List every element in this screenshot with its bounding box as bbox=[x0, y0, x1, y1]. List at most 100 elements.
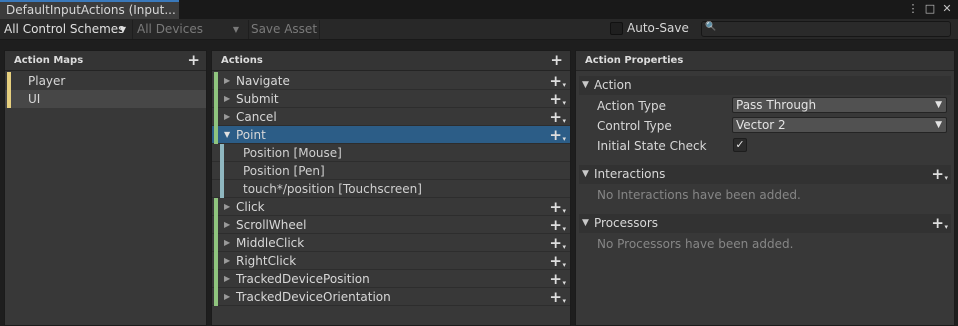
collapsed-triangle-icon[interactable]: ▶ bbox=[224, 108, 230, 126]
add-action-icon[interactable]: + bbox=[550, 53, 563, 68]
auto-save-label: Auto-Save bbox=[627, 21, 689, 35]
binding-label: Position [Mouse] bbox=[243, 146, 342, 160]
add-binding-icon[interactable]: + bbox=[549, 236, 565, 255]
binding-color-strip bbox=[220, 180, 224, 198]
action-color-strip bbox=[214, 288, 218, 306]
add-binding-icon[interactable]: + bbox=[549, 254, 565, 273]
action-item[interactable]: ▶ RightClick + bbox=[212, 252, 570, 273]
binding-item[interactable]: Position [Mouse] bbox=[212, 144, 570, 162]
action-label: TrackedDeviceOrientation bbox=[236, 290, 391, 304]
action-item[interactable]: ▶ Navigate + bbox=[212, 72, 570, 93]
window-tab[interactable]: DefaultInputActions (Input... bbox=[0, 0, 179, 19]
binding-label: touch*/position [Touchscreen] bbox=[243, 182, 422, 196]
interactions-empty-message: No Interactions have been added. bbox=[597, 188, 801, 202]
collapsed-triangle-icon[interactable]: ▶ bbox=[224, 216, 230, 234]
add-binding-icon[interactable]: + bbox=[549, 200, 565, 219]
collapsed-triangle-icon[interactable]: ▶ bbox=[224, 72, 230, 90]
devices-dropdown[interactable]: All Devices ▼ bbox=[132, 20, 244, 39]
action-map-color-strip bbox=[7, 72, 11, 90]
action-item[interactable]: ▶ TrackedDeviceOrientation + bbox=[212, 288, 570, 309]
save-asset-button[interactable]: Save Asset bbox=[248, 20, 320, 39]
action-label: ScrollWheel bbox=[236, 218, 307, 232]
action-map-item[interactable]: UI bbox=[5, 90, 206, 108]
control-type-label: Control Type bbox=[597, 119, 672, 133]
collapsed-triangle-icon[interactable]: ▶ bbox=[224, 288, 230, 306]
action-item[interactable]: ▶ MiddleClick + bbox=[212, 234, 570, 255]
action-label: Point bbox=[236, 128, 266, 142]
actions-title: Actions bbox=[221, 55, 263, 66]
control-scheme-value: All Control Schemes bbox=[4, 22, 125, 36]
search-field[interactable]: 🔍 bbox=[701, 21, 951, 37]
processors-section-header[interactable]: ▼ Processors + bbox=[579, 214, 951, 235]
action-label: Submit bbox=[236, 92, 279, 106]
window-tab-bar: DefaultInputActions (Input... ⋮ □ ✕ bbox=[0, 0, 958, 19]
control-type-value: Vector 2 bbox=[736, 118, 786, 132]
action-label: Navigate bbox=[236, 74, 290, 88]
add-binding-icon[interactable]: + bbox=[549, 110, 565, 129]
collapsed-triangle-icon[interactable]: ▶ bbox=[224, 198, 230, 216]
action-maps-header: Action Maps + bbox=[5, 51, 206, 71]
action-color-strip bbox=[214, 126, 218, 144]
action-map-color-strip bbox=[7, 90, 11, 108]
chevron-down-icon: ▼ bbox=[935, 120, 942, 130]
collapsed-triangle-icon[interactable]: ▶ bbox=[224, 270, 230, 288]
more-menu-icon[interactable]: ⋮ bbox=[906, 1, 920, 17]
control-scheme-dropdown[interactable]: All Control Schemes ▼ bbox=[0, 20, 131, 39]
initial-state-check-label: Initial State Check bbox=[597, 139, 707, 153]
add-binding-icon[interactable]: + bbox=[549, 74, 565, 93]
action-properties-header: Action Properties bbox=[576, 51, 954, 71]
collapsed-triangle-icon[interactable]: ▶ bbox=[224, 234, 230, 252]
maximize-icon[interactable]: □ bbox=[923, 1, 937, 17]
action-item[interactable]: ▶ Submit + bbox=[212, 90, 570, 111]
action-color-strip bbox=[214, 90, 218, 108]
binding-item[interactable]: Position [Pen] bbox=[212, 162, 570, 180]
add-binding-icon[interactable]: + bbox=[549, 128, 565, 147]
collapsed-triangle-icon[interactable]: ▶ bbox=[224, 252, 230, 270]
action-color-strip bbox=[214, 72, 218, 90]
action-label: TrackedDevicePosition bbox=[236, 272, 370, 286]
interactions-section-label: Interactions bbox=[594, 167, 666, 181]
actions-header: Actions + bbox=[212, 51, 570, 71]
action-map-item[interactable]: Player bbox=[5, 72, 206, 90]
action-item[interactable]: ▶ Click + bbox=[212, 198, 570, 219]
add-action-map-icon[interactable]: + bbox=[187, 53, 200, 68]
action-label: MiddleClick bbox=[236, 236, 305, 250]
close-icon[interactable]: ✕ bbox=[940, 1, 954, 17]
action-type-dropdown[interactable]: Pass Through ▼ bbox=[732, 97, 947, 113]
add-binding-icon[interactable]: + bbox=[549, 290, 565, 309]
binding-item[interactable]: touch*/position [Touchscreen] bbox=[212, 180, 570, 198]
add-interaction-icon[interactable]: + bbox=[931, 167, 947, 186]
search-icon: 🔍 bbox=[705, 22, 717, 32]
action-properties-title: Action Properties bbox=[585, 55, 684, 66]
action-section-header[interactable]: ▼ Action bbox=[579, 76, 951, 95]
action-item[interactable]: ▶ ScrollWheel + bbox=[212, 216, 570, 237]
action-color-strip bbox=[214, 234, 218, 252]
chevron-down-icon: ▼ bbox=[935, 100, 942, 110]
action-item[interactable]: ▶ TrackedDevicePosition + bbox=[212, 270, 570, 291]
action-item[interactable]: ▼ Point + bbox=[212, 126, 570, 147]
add-processor-icon[interactable]: + bbox=[931, 216, 947, 235]
action-properties-panel: Action Properties ▼ Action Action Type P… bbox=[575, 50, 955, 326]
expanded-triangle-icon: ▼ bbox=[582, 169, 589, 179]
interactions-section-header[interactable]: ▼ Interactions + bbox=[579, 165, 951, 186]
control-type-dropdown[interactable]: Vector 2 ▼ bbox=[732, 117, 947, 133]
add-binding-icon[interactable]: + bbox=[549, 218, 565, 237]
search-input[interactable] bbox=[718, 22, 946, 36]
action-map-label: Player bbox=[28, 74, 66, 88]
collapsed-triangle-icon[interactable]: ▶ bbox=[224, 90, 230, 108]
auto-save-checkbox[interactable] bbox=[610, 22, 623, 35]
action-type-value: Pass Through bbox=[736, 98, 817, 112]
expanded-triangle-icon[interactable]: ▼ bbox=[224, 126, 230, 144]
action-map-label: UI bbox=[28, 92, 41, 106]
action-maps-title: Action Maps bbox=[14, 55, 84, 66]
expanded-triangle-icon: ▼ bbox=[582, 218, 589, 228]
expanded-triangle-icon: ▼ bbox=[582, 80, 589, 90]
add-binding-icon[interactable]: + bbox=[549, 92, 565, 111]
chevron-down-icon: ▼ bbox=[119, 25, 126, 34]
action-color-strip bbox=[214, 108, 218, 126]
action-color-strip bbox=[214, 216, 218, 234]
initial-state-checkbox[interactable]: ✓ bbox=[733, 138, 747, 152]
action-item[interactable]: ▶ Cancel + bbox=[212, 108, 570, 129]
action-type-label: Action Type bbox=[597, 99, 666, 113]
add-binding-icon[interactable]: + bbox=[549, 272, 565, 291]
